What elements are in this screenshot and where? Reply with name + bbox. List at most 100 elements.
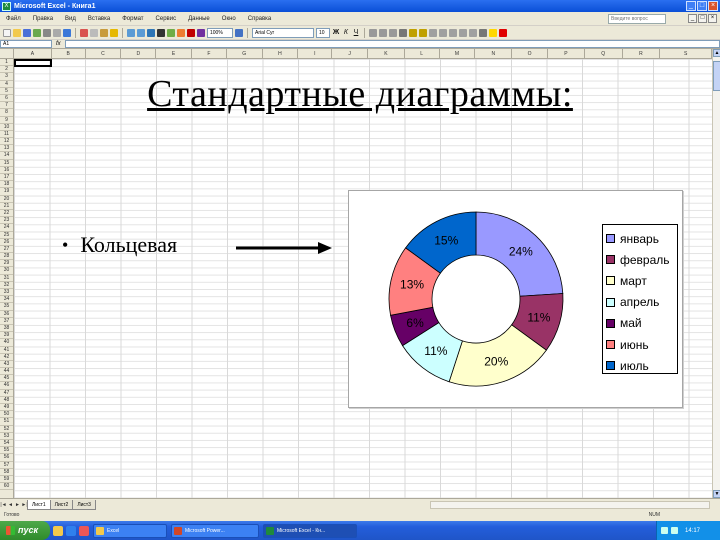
row-header[interactable]: 12 — [0, 138, 13, 146]
row-header[interactable]: 24 — [0, 224, 13, 232]
row-header[interactable]: 1 — [0, 59, 13, 67]
row-header[interactable]: 42 — [0, 354, 13, 361]
column-header[interactable]: H — [263, 49, 299, 59]
next-sheet-icon[interactable]: ► — [14, 502, 21, 508]
row-header[interactable]: 49 — [0, 404, 13, 412]
row-header[interactable]: 38 — [0, 325, 13, 333]
taskbar-task-excel[interactable]: Excel — [93, 523, 167, 538]
help-icon[interactable] — [235, 28, 243, 37]
legend-item[interactable]: март — [606, 270, 677, 291]
row-header[interactable]: 53 — [0, 433, 13, 440]
taskbar-task-powerpoint[interactable]: Microsoft Power... — [171, 523, 259, 538]
horizontal-scrollbar[interactable] — [430, 501, 710, 509]
row-header[interactable]: 59 — [0, 476, 13, 484]
menu-edit[interactable]: Правка — [27, 16, 59, 22]
doc-close-button[interactable]: × — [708, 14, 717, 23]
new-icon[interactable] — [3, 28, 11, 37]
permission-icon[interactable] — [33, 28, 41, 37]
row-header[interactable]: 40 — [0, 339, 13, 347]
row-header[interactable]: 34 — [0, 296, 13, 304]
open-icon[interactable] — [13, 28, 21, 37]
paste-icon[interactable] — [100, 28, 108, 37]
row-header[interactable]: 22 — [0, 210, 13, 218]
column-header[interactable]: C — [86, 49, 122, 59]
row-header[interactable]: 32 — [0, 282, 13, 289]
redo-icon[interactable] — [137, 28, 145, 37]
row-header[interactable]: 33 — [0, 289, 13, 297]
menu-tools[interactable]: Сервис — [150, 16, 183, 22]
minimize-button[interactable]: _ — [686, 1, 696, 11]
chart-legend[interactable]: январь февраль март апрель май июнь июль — [602, 224, 678, 374]
row-header[interactable]: 23 — [0, 217, 13, 225]
name-box[interactable]: A1 — [0, 40, 52, 48]
help-question-input[interactable]: Введите вопрос — [608, 14, 666, 24]
row-header[interactable]: 56 — [0, 454, 13, 462]
row-header[interactable]: 3 — [0, 73, 13, 81]
row-header[interactable]: 29 — [0, 260, 13, 268]
sort-ascending-icon[interactable] — [167, 28, 175, 37]
borders-icon[interactable] — [479, 28, 487, 37]
decrease-decimal-icon[interactable] — [449, 28, 457, 37]
row-header[interactable]: 43 — [0, 361, 13, 369]
undo-icon[interactable] — [127, 28, 135, 37]
row-header[interactable]: 46 — [0, 382, 13, 390]
legend-item[interactable]: июнь — [606, 334, 677, 355]
menu-file[interactable]: Файл — [0, 16, 27, 22]
column-header[interactable]: O — [512, 49, 548, 59]
column-header[interactable]: B — [52, 49, 86, 59]
network-icon[interactable] — [661, 527, 668, 534]
scroll-down-icon[interactable]: ▼ — [713, 490, 720, 498]
increase-indent-icon[interactable] — [469, 28, 477, 37]
font-size-select[interactable]: 10 — [316, 27, 330, 38]
doc-restore-button[interactable]: □ — [698, 14, 707, 23]
first-sheet-icon[interactable]: |◄ — [0, 502, 7, 508]
column-header[interactable]: A — [14, 49, 52, 59]
row-header[interactable]: 13 — [0, 145, 13, 153]
row-header[interactable]: 31 — [0, 275, 13, 282]
column-header[interactable]: I — [298, 49, 333, 59]
legend-item[interactable]: январь — [606, 228, 677, 249]
increase-decimal-icon[interactable] — [439, 28, 447, 37]
row-header[interactable]: 26 — [0, 239, 13, 246]
underline-button[interactable]: Ч — [352, 29, 360, 36]
legend-item[interactable]: июль — [606, 355, 677, 376]
comma-style-icon[interactable] — [429, 28, 437, 37]
row-header[interactable]: 60 — [0, 483, 13, 491]
menu-help[interactable]: Справка — [242, 16, 278, 22]
row-header[interactable]: 27 — [0, 246, 13, 254]
prev-sheet-icon[interactable]: ◄ — [7, 502, 14, 508]
row-header[interactable]: 9 — [0, 117, 13, 124]
column-header[interactable]: E — [156, 49, 192, 59]
row-header[interactable]: 48 — [0, 397, 13, 404]
excel-icon[interactable]: X — [2, 1, 11, 11]
menu-data[interactable]: Данные — [182, 16, 216, 22]
column-header[interactable]: J — [332, 49, 368, 59]
hyperlink-icon[interactable] — [147, 28, 155, 37]
select-all-button[interactable] — [0, 49, 14, 59]
row-header[interactable]: 30 — [0, 267, 13, 275]
column-header[interactable]: Q — [585, 49, 623, 59]
maximize-button[interactable]: □ — [697, 1, 707, 11]
merge-center-icon[interactable] — [399, 28, 407, 37]
currency-icon[interactable] — [409, 28, 417, 37]
percent-icon[interactable] — [419, 28, 427, 37]
row-header[interactable]: 41 — [0, 347, 13, 354]
legend-item[interactable]: февраль — [606, 249, 677, 270]
column-header[interactable]: G — [227, 49, 263, 59]
row-header[interactable]: 10 — [0, 124, 13, 131]
row-header[interactable]: 36 — [0, 311, 13, 318]
column-header[interactable]: R — [623, 49, 661, 59]
row-header[interactable]: 6 — [0, 95, 13, 103]
font-select[interactable]: Arial Cyr — [252, 27, 314, 38]
sort-descending-icon[interactable] — [177, 28, 185, 37]
bold-button[interactable]: Ж — [332, 29, 340, 36]
row-header[interactable]: 25 — [0, 232, 13, 239]
legend-item[interactable]: май — [606, 313, 677, 334]
autosum-icon[interactable] — [157, 28, 165, 37]
font-color-icon[interactable] — [499, 28, 507, 37]
active-cell[interactable] — [14, 59, 52, 67]
sheet-tab-3[interactable]: Лист3 — [72, 499, 96, 510]
copy-icon[interactable] — [90, 28, 98, 37]
column-header[interactable]: D — [121, 49, 157, 59]
row-header[interactable]: 20 — [0, 196, 13, 203]
